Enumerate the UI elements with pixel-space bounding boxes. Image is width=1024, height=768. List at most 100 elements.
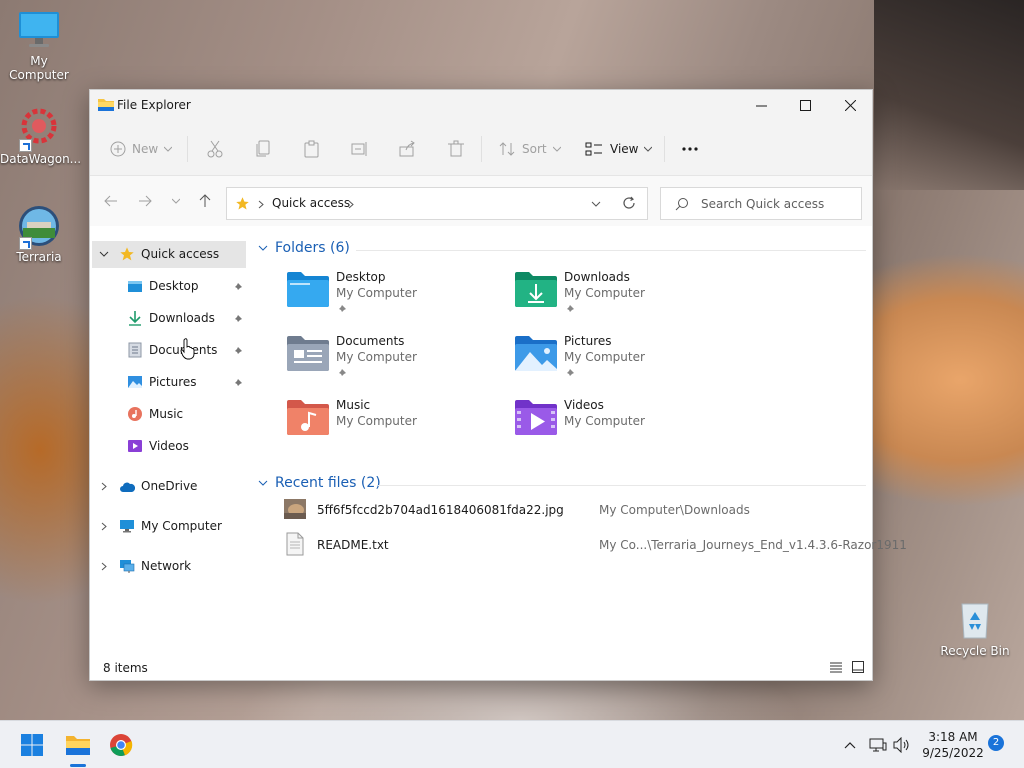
chevron-right-icon[interactable] <box>101 562 107 571</box>
sidebar-item-label: Downloads <box>149 311 215 325</box>
folder-tile-music[interactable]: Music My Computer <box>286 398 506 452</box>
chevron-down-icon[interactable] <box>99 251 109 257</box>
chrome-icon <box>110 734 133 757</box>
folder-icon <box>98 99 114 111</box>
folder-name: Downloads <box>564 270 630 284</box>
delete-button[interactable] <box>447 138 465 160</box>
folder-location: My Computer <box>336 414 417 428</box>
sort-label: Sort <box>522 142 547 156</box>
recent-file-path: My Computer\Downloads <box>599 503 750 517</box>
chevron-right-icon[interactable] <box>101 482 107 491</box>
download-arrow-icon <box>129 311 141 326</box>
navigation-pane: Quick access Desktop Downloads Documents… <box>90 227 250 647</box>
maximize-icon <box>799 99 811 111</box>
rename-button[interactable] <box>351 138 369 160</box>
sidebar-item-documents[interactable]: Documents <box>92 337 246 364</box>
sidebar-item-desktop[interactable]: Desktop <box>92 273 246 300</box>
sidebar-item-videos[interactable]: Videos <box>92 433 246 460</box>
system-clock[interactable]: 3:18 AM 9/25/2022 <box>918 729 988 761</box>
chevron-down-icon <box>258 480 268 486</box>
sidebar-item-pictures[interactable]: Pictures <box>92 369 246 396</box>
share-button[interactable] <box>399 138 417 160</box>
details-view-icon[interactable] <box>830 662 842 673</box>
search-input[interactable] <box>699 196 854 212</box>
folder-location: My Computer <box>564 350 645 364</box>
status-bar: 8 items <box>90 656 872 680</box>
shortcut-arrow-icon <box>19 237 32 250</box>
folders-section-toggle[interactable]: Folders (6) <box>258 240 350 256</box>
desktop-folder-icon <box>287 272 329 307</box>
close-icon <box>844 99 856 111</box>
view-list-icon <box>585 142 602 156</box>
sidebar-item-my-computer[interactable]: My Computer <box>92 513 246 540</box>
sidebar-item-downloads[interactable]: Downloads <box>92 305 246 332</box>
picture-icon <box>128 376 142 388</box>
desktop-icon-datawagon[interactable]: DataWagon... <box>0 106 82 166</box>
minimize-button[interactable] <box>738 90 784 120</box>
desktop-icon-my-computer[interactable]: My Computer <box>0 8 78 82</box>
sidebar-item-label: Quick access <box>141 247 220 261</box>
search-icon <box>675 198 688 211</box>
paste-button[interactable] <box>303 138 321 160</box>
arrow-right-icon <box>139 195 152 207</box>
large-icons-view-icon[interactable] <box>852 661 864 673</box>
sort-button[interactable]: Sort <box>499 138 561 160</box>
folder-tile-videos[interactable]: Videos My Computer <box>514 398 734 452</box>
desktop-icon-recycle-bin[interactable]: Recycle Bin <box>936 598 1014 658</box>
recent-files-heading: Recent files (2) <box>275 475 381 491</box>
desktop-icon-terraria[interactable]: Terraria <box>0 204 78 264</box>
chevron-down-icon[interactable] <box>591 201 601 207</box>
forward-button[interactable] <box>136 192 154 210</box>
close-button[interactable] <box>827 90 873 120</box>
new-button[interactable]: New <box>110 138 173 160</box>
copy-button[interactable] <box>255 138 273 160</box>
desktop-icon-label: My Computer <box>9 54 69 82</box>
view-button[interactable]: View <box>585 138 653 160</box>
scissors-icon <box>207 140 223 158</box>
taskbar-chrome[interactable] <box>105 729 137 761</box>
up-button[interactable] <box>196 192 214 210</box>
network-monitor-icon <box>869 738 887 752</box>
folder-tile-pictures[interactable]: Pictures My Computer <box>514 334 734 388</box>
sidebar-item-onedrive[interactable]: OneDrive <box>92 473 246 500</box>
recent-file-row[interactable]: README.txt My Co...\Terraria_Journeys_En… <box>280 530 907 560</box>
recent-locations-button[interactable] <box>167 192 185 210</box>
recent-file-row[interactable]: 5ff6f5fccd2b704ad1618406081fda22.jpg My … <box>280 495 870 525</box>
folder-tile-downloads[interactable]: Downloads My Computer <box>514 270 734 324</box>
folder-location: My Computer <box>564 414 645 428</box>
start-button[interactable] <box>16 729 48 761</box>
downloads-folder-icon <box>515 272 557 307</box>
pin-icon <box>338 305 346 313</box>
search-box[interactable] <box>660 187 862 220</box>
sidebar-item-label: My Computer <box>141 519 222 533</box>
volume-tray-button[interactable] <box>886 729 918 761</box>
view-label: View <box>610 142 639 156</box>
chevron-right-icon[interactable] <box>348 200 354 209</box>
desktop-icon-label: DataWagon... <box>0 152 82 166</box>
refresh-icon[interactable] <box>622 196 636 210</box>
chevron-right-icon[interactable] <box>101 522 107 531</box>
cut-button[interactable] <box>206 138 224 160</box>
address-bar[interactable]: Quick access <box>226 187 648 220</box>
pictures-folder-icon <box>515 336 557 371</box>
title-bar[interactable]: File Explorer <box>90 90 872 120</box>
breadcrumb-quick-access[interactable]: Quick access <box>272 196 350 210</box>
sidebar-item-music[interactable]: Music <box>92 401 246 428</box>
monitor-icon <box>17 8 61 52</box>
more-options-button[interactable] <box>681 138 699 160</box>
background-shadow <box>874 0 1024 190</box>
star-icon <box>236 197 249 210</box>
sidebar-item-network[interactable]: Network <box>92 553 246 580</box>
recent-files-section-toggle[interactable]: Recent files (2) <box>258 475 381 491</box>
taskbar-file-explorer[interactable] <box>62 729 94 761</box>
folder-tile-desktop[interactable]: Desktop My Computer <box>286 270 506 324</box>
toolbar-separator <box>664 136 665 162</box>
trash-icon <box>448 140 464 157</box>
maximize-button[interactable] <box>782 90 828 120</box>
folder-tile-documents[interactable]: Documents My Computer <box>286 334 506 388</box>
sidebar-item-quick-access[interactable]: Quick access <box>92 241 246 268</box>
command-bar: New Sort View <box>90 120 872 176</box>
back-button[interactable] <box>102 192 120 210</box>
notification-badge[interactable]: 2 <box>988 735 1004 751</box>
chevron-down-icon <box>172 198 180 204</box>
